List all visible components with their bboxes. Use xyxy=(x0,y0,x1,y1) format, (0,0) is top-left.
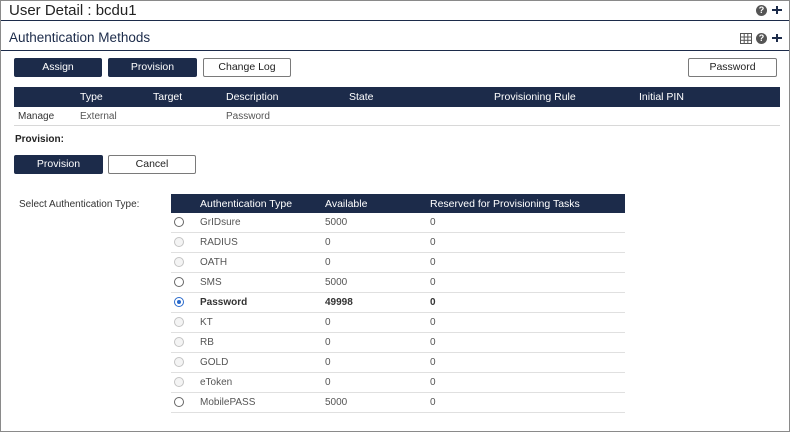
cell-available: 0 xyxy=(325,237,331,248)
user-detail-window: User Detail : bcdu1 ? Authentication Met… xyxy=(0,0,790,432)
assign-button[interactable]: Assign xyxy=(14,58,102,77)
cell-reserved: 0 xyxy=(430,217,436,228)
col-available: Available xyxy=(325,198,368,210)
cell-available: 5000 xyxy=(325,217,348,228)
manage-link[interactable]: Manage xyxy=(18,111,54,122)
cell-auth-type: SMS xyxy=(200,277,222,288)
auth-type-radio xyxy=(174,317,184,327)
col-initial-pin: Initial PIN xyxy=(639,91,684,103)
col-type: Type xyxy=(80,91,103,103)
cell-auth-type: MobilePASS xyxy=(200,397,256,408)
change-log-button[interactable]: Change Log xyxy=(203,58,291,77)
cell-auth-type: RADIUS xyxy=(200,237,238,248)
auth-methods-table: Type Target Description State Provisioni… xyxy=(14,87,780,126)
cell-reserved: 0 xyxy=(430,237,436,248)
auth-type-radio[interactable] xyxy=(174,297,184,307)
auth-type-row: MobilePASS 5000 0 xyxy=(171,393,625,413)
col-description: Description xyxy=(226,91,279,103)
cell-description: Password xyxy=(226,111,270,122)
table-header: Authentication Type Available Reserved f… xyxy=(171,194,625,213)
auth-type-row: GOLD 0 0 xyxy=(171,353,625,373)
cell-reserved: 0 xyxy=(430,277,436,288)
table-row: Manage External Password xyxy=(14,107,780,126)
cell-auth-type: KT xyxy=(200,317,213,328)
cell-auth-type: Password xyxy=(200,297,248,308)
cell-available: 0 xyxy=(325,377,331,388)
auth-type-radio xyxy=(174,337,184,347)
page-title: User Detail : bcdu1 xyxy=(9,2,137,19)
col-auth-type: Authentication Type xyxy=(200,198,293,210)
password-button[interactable]: Password xyxy=(688,58,777,77)
auth-type-radio xyxy=(174,377,184,387)
cell-auth-type: GrIDsure xyxy=(200,217,241,228)
auth-type-radio[interactable] xyxy=(174,397,184,407)
cell-reserved: 0 xyxy=(430,257,436,268)
auth-type-row: Password 49998 0 xyxy=(171,293,625,313)
col-state: State xyxy=(349,91,374,103)
title-icons: ? xyxy=(756,4,783,16)
cell-reserved: 0 xyxy=(430,297,436,308)
grid-icon[interactable] xyxy=(740,32,752,44)
cell-reserved: 0 xyxy=(430,377,436,388)
auth-type-row: GrIDsure 5000 0 xyxy=(171,213,625,233)
section-header: Authentication Methods ? xyxy=(1,25,789,51)
cell-available: 5000 xyxy=(325,397,348,408)
col-provisioning-rule: Provisioning Rule xyxy=(494,91,576,103)
cell-reserved: 0 xyxy=(430,397,436,408)
auth-type-row: eToken 0 0 xyxy=(171,373,625,393)
auth-type-row: RADIUS 0 0 xyxy=(171,233,625,253)
auth-type-radio[interactable] xyxy=(174,217,184,227)
cell-auth-type: GOLD xyxy=(200,357,229,368)
auth-type-row: OATH 0 0 xyxy=(171,253,625,273)
cell-reserved: 0 xyxy=(430,337,436,348)
cell-available: 0 xyxy=(325,317,331,328)
provision-toolbar-button[interactable]: Provision xyxy=(108,58,197,77)
select-auth-type-label: Select Authentication Type: xyxy=(19,199,140,210)
cell-auth-type: OATH xyxy=(200,257,228,268)
col-reserved: Reserved for Provisioning Tasks xyxy=(430,198,580,210)
cell-reserved: 0 xyxy=(430,357,436,368)
auth-type-radio[interactable] xyxy=(174,277,184,287)
col-target: Target xyxy=(153,91,183,103)
section-title: Authentication Methods xyxy=(9,30,151,45)
help-icon[interactable]: ? xyxy=(756,32,767,44)
cell-available: 0 xyxy=(325,337,331,348)
table-header: Type Target Description State Provisioni… xyxy=(14,87,780,107)
cell-reserved: 0 xyxy=(430,317,436,328)
cell-available: 5000 xyxy=(325,277,348,288)
cell-available: 0 xyxy=(325,257,331,268)
help-icon[interactable]: ? xyxy=(756,4,767,16)
cell-auth-type: eToken xyxy=(200,377,233,388)
cell-available: 49998 xyxy=(325,297,353,308)
pin-icon[interactable] xyxy=(771,4,783,16)
auth-type-table: Authentication Type Available Reserved f… xyxy=(171,194,625,413)
auth-type-row: KT 0 0 xyxy=(171,313,625,333)
pin-icon[interactable] xyxy=(771,32,783,44)
cell-type: External xyxy=(80,111,117,122)
auth-type-radio xyxy=(174,237,184,247)
cancel-button[interactable]: Cancel xyxy=(108,155,196,174)
auth-type-rows: GrIDsure 5000 0 RADIUS 0 0 OATH 0 0 SMS 5000 0 Passw… xyxy=(171,213,625,413)
auth-type-radio xyxy=(174,257,184,267)
title-bar: User Detail : bcdu1 ? xyxy=(1,1,789,21)
auth-type-row: SMS 5000 0 xyxy=(171,273,625,293)
provision-submit-button[interactable]: Provision xyxy=(14,155,103,174)
cell-auth-type: RB xyxy=(200,337,214,348)
section-icons: ? xyxy=(740,32,783,44)
cell-available: 0 xyxy=(325,357,331,368)
auth-type-row: RB 0 0 xyxy=(171,333,625,353)
provision-label: Provision: xyxy=(15,134,64,145)
auth-type-radio xyxy=(174,357,184,367)
